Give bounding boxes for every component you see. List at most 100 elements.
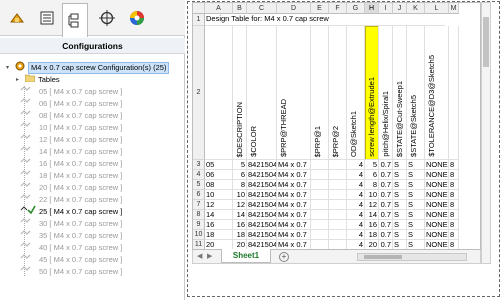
table-cell[interactable]: 16 bbox=[365, 220, 379, 230]
table-cell[interactable]: 8421504 bbox=[247, 160, 277, 170]
column-header[interactable]: K bbox=[407, 3, 425, 14]
table-cell[interactable]: 06 bbox=[205, 170, 233, 180]
table-cell[interactable]: 8 bbox=[449, 190, 459, 200]
table-cell[interactable]: 8421504 bbox=[247, 200, 277, 210]
feature-manager-tab[interactable] bbox=[4, 5, 30, 31]
parameter-header-cell[interactable]: OD@Sketch1 bbox=[347, 26, 365, 160]
parameter-header-cell[interactable]: $TOLERANCE@D3@Sketch5 bbox=[425, 26, 449, 160]
table-cell[interactable] bbox=[311, 190, 329, 200]
parameter-header-cell[interactable] bbox=[449, 26, 459, 160]
table-cell[interactable]: NONE bbox=[425, 210, 449, 220]
column-header[interactable]: L bbox=[425, 3, 449, 14]
column-header[interactable]: F bbox=[329, 3, 347, 14]
row-header[interactable]: 5 bbox=[193, 180, 205, 190]
table-cell[interactable] bbox=[329, 170, 347, 180]
table-cell[interactable]: 12 bbox=[205, 200, 233, 210]
table-cell[interactable]: M4 x 0.7 bbox=[277, 190, 311, 200]
column-header[interactable]: J bbox=[393, 3, 407, 14]
column-header[interactable]: I bbox=[379, 3, 393, 14]
table-cell[interactable]: S bbox=[407, 180, 425, 190]
tree-root-item[interactable]: ▾ M4 x 0.7 cap screw Configuration(s) (2… bbox=[6, 61, 170, 74]
table-cell[interactable]: 14 bbox=[365, 210, 379, 220]
table-cell[interactable]: 12 bbox=[233, 200, 247, 210]
column-header[interactable]: H bbox=[365, 3, 379, 14]
table-cell[interactable]: 8 bbox=[449, 210, 459, 220]
dim-xpert-tab[interactable] bbox=[94, 5, 120, 31]
row-header[interactable]: 4 bbox=[193, 170, 205, 180]
column-header[interactable]: E bbox=[311, 3, 329, 14]
table-cell[interactable]: 10 bbox=[233, 190, 247, 200]
table-cell[interactable] bbox=[311, 200, 329, 210]
row-header[interactable]: 6 bbox=[193, 190, 205, 200]
table-cell[interactable]: NONE bbox=[425, 180, 449, 190]
column-header[interactable]: G bbox=[347, 3, 365, 14]
parameter-header-cell[interactable]: $PRP@THREAD bbox=[277, 26, 311, 160]
table-cell[interactable]: 0.7 bbox=[379, 160, 393, 170]
table-cell[interactable]: NONE bbox=[425, 230, 449, 240]
select-all-corner[interactable] bbox=[193, 3, 205, 14]
table-cell[interactable]: S bbox=[393, 200, 407, 210]
table-cell[interactable]: 8421504 bbox=[247, 230, 277, 240]
display-manager-tab[interactable] bbox=[124, 5, 150, 31]
table-cell[interactable]: 0.7 bbox=[379, 170, 393, 180]
table-cell[interactable]: M4 x 0.7 bbox=[277, 170, 311, 180]
column-header[interactable]: D bbox=[277, 3, 311, 14]
table-cell[interactable]: 8 bbox=[365, 180, 379, 190]
table-cell[interactable] bbox=[311, 160, 329, 170]
table-cell[interactable] bbox=[311, 240, 329, 249]
table-cell[interactable]: S bbox=[393, 220, 407, 230]
table-cell[interactable]: M4 x 0.7 bbox=[277, 210, 311, 220]
table-cell[interactable]: M4 x 0.7 bbox=[277, 160, 311, 170]
table-cell[interactable]: 4 bbox=[347, 190, 365, 200]
table-cell[interactable]: 16 bbox=[233, 220, 247, 230]
table-cell[interactable]: 12 bbox=[365, 200, 379, 210]
table-cell[interactable] bbox=[329, 220, 347, 230]
table-cell[interactable] bbox=[329, 200, 347, 210]
table-cell[interactable]: 16 bbox=[205, 220, 233, 230]
table-cell[interactable]: NONE bbox=[425, 170, 449, 180]
table-cell[interactable]: S bbox=[407, 200, 425, 210]
table-cell[interactable]: 10 bbox=[365, 190, 379, 200]
table-cell[interactable]: 4 bbox=[347, 160, 365, 170]
table-cell[interactable]: 4 bbox=[347, 220, 365, 230]
table-cell[interactable]: S bbox=[407, 190, 425, 200]
table-cell[interactable]: S bbox=[407, 240, 425, 249]
table-cell[interactable]: 4 bbox=[347, 170, 365, 180]
table-cell[interactable] bbox=[311, 170, 329, 180]
table-cell[interactable] bbox=[311, 230, 329, 240]
table-cell[interactable] bbox=[311, 180, 329, 190]
collapse-arrow-icon[interactable]: ▾ bbox=[6, 62, 13, 74]
parameter-header-cell[interactable]: $PRP@2 bbox=[329, 26, 347, 160]
table-cell[interactable]: 8421504 bbox=[247, 180, 277, 190]
table-cell[interactable]: S bbox=[393, 160, 407, 170]
table-cell[interactable]: 6 bbox=[365, 170, 379, 180]
table-cell[interactable]: 0.7 bbox=[379, 200, 393, 210]
table-cell[interactable]: 8421504 bbox=[247, 220, 277, 230]
table-cell[interactable]: 4 bbox=[347, 200, 365, 210]
table-cell[interactable]: 08 bbox=[205, 180, 233, 190]
row-header[interactable]: 3 bbox=[193, 160, 205, 170]
table-cell[interactable]: 8 bbox=[449, 220, 459, 230]
column-header[interactable]: M bbox=[449, 3, 459, 14]
table-cell[interactable]: 6 bbox=[233, 170, 247, 180]
table-cell[interactable]: 10 bbox=[205, 190, 233, 200]
table-cell[interactable]: S bbox=[393, 190, 407, 200]
table-cell[interactable]: NONE bbox=[425, 200, 449, 210]
horizontal-scrollbar[interactable] bbox=[357, 253, 467, 261]
horizontal-scroll-thumb[interactable] bbox=[364, 255, 402, 259]
table-cell[interactable]: S bbox=[407, 220, 425, 230]
table-cell[interactable]: S bbox=[393, 230, 407, 240]
table-cell[interactable] bbox=[329, 240, 347, 249]
table-cell[interactable] bbox=[329, 180, 347, 190]
row-header[interactable]: 1 bbox=[193, 14, 205, 26]
table-cell[interactable]: S bbox=[393, 170, 407, 180]
table-cell[interactable]: M4 x 0.7 bbox=[277, 230, 311, 240]
column-header[interactable]: B bbox=[233, 3, 247, 14]
column-header[interactable]: A bbox=[205, 3, 233, 14]
table-cell[interactable]: 18 bbox=[233, 230, 247, 240]
design-table-title[interactable]: Design Table for: M4 x 0.7 cap screw bbox=[205, 14, 445, 26]
parameter-header-cell[interactable] bbox=[205, 26, 233, 160]
parameter-header-cell[interactable]: screw length@Extrude1 bbox=[365, 26, 379, 160]
configuration-manager-tab[interactable] bbox=[62, 3, 88, 37]
parameter-header-cell[interactable]: $DESCRIPTION bbox=[233, 26, 247, 160]
